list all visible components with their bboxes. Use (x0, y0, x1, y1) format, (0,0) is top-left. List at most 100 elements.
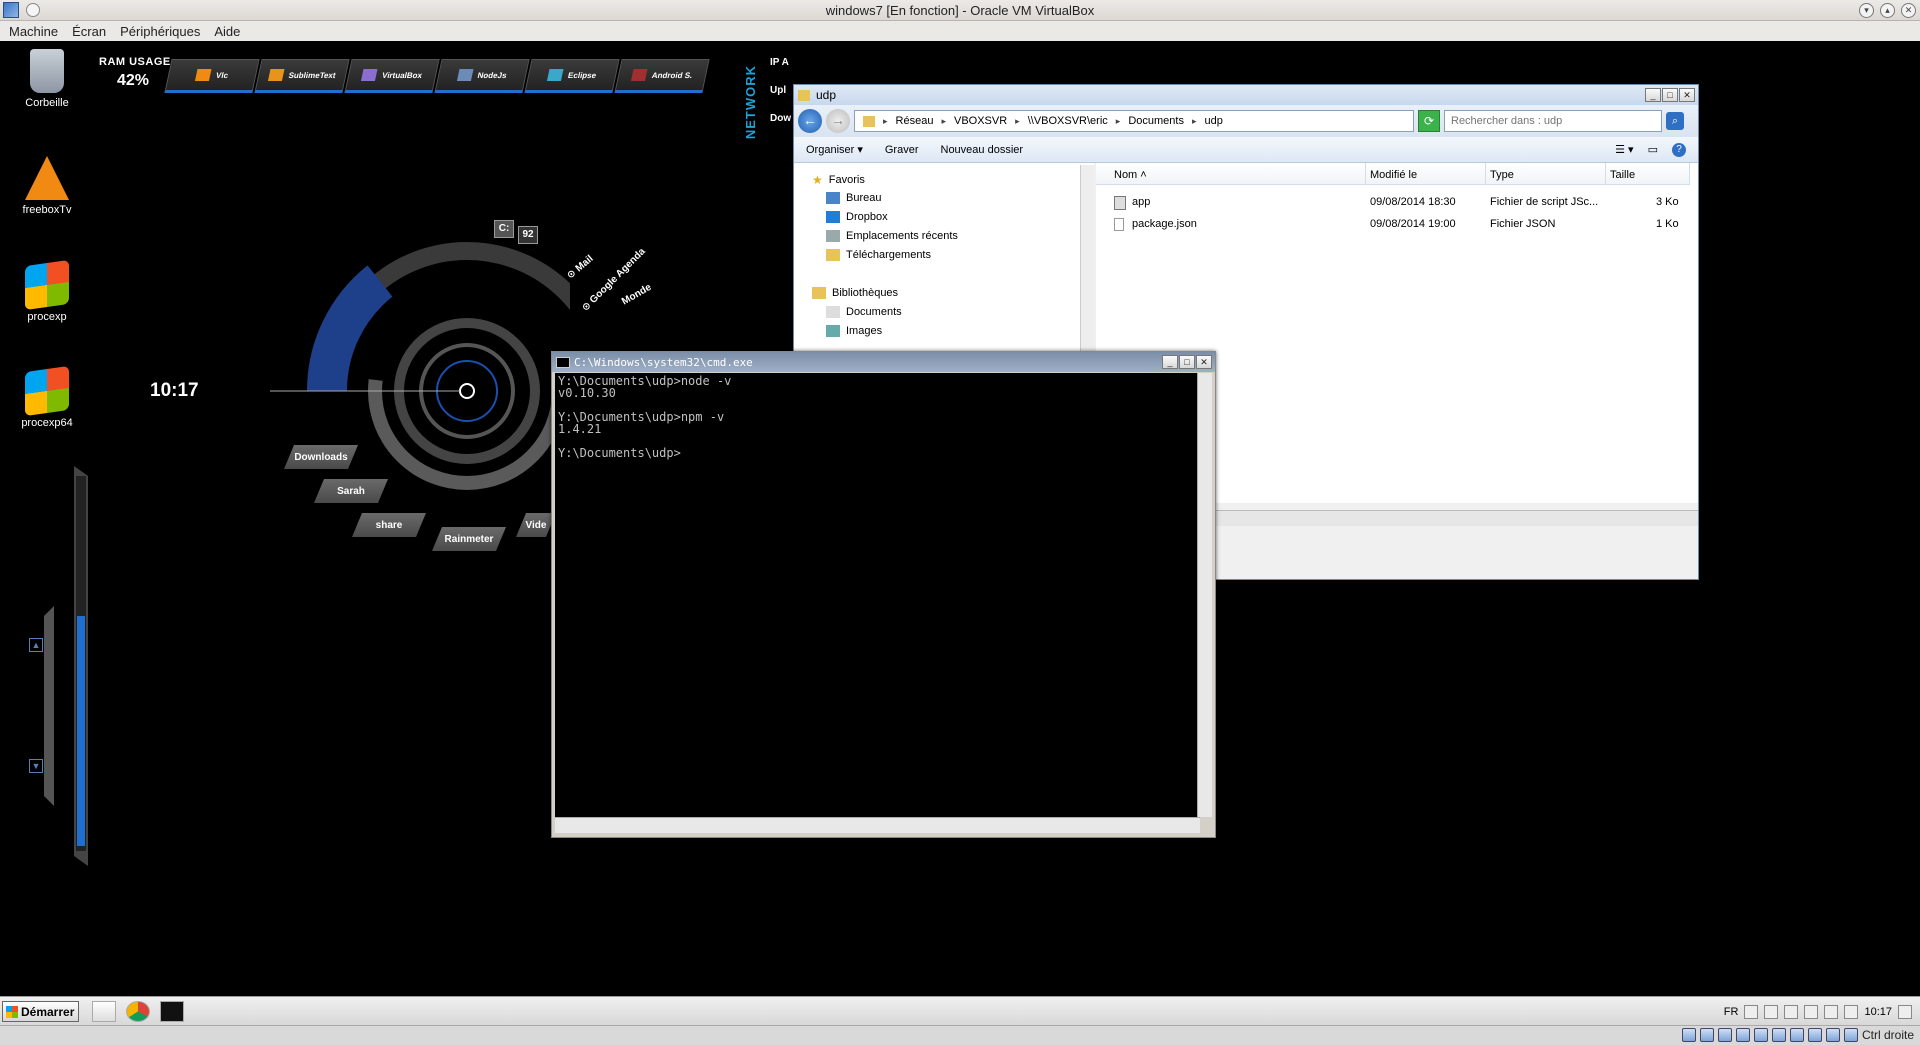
breadcrumb-vboxsvr[interactable]: VBOXSVR (954, 115, 1007, 127)
optical-drive-icon[interactable] (1699, 1028, 1714, 1042)
console-vertical-scrollbar[interactable] (1197, 373, 1212, 817)
desktop-icon-procexp[interactable]: procexp (7, 259, 87, 323)
graver-button[interactable]: Graver (885, 144, 919, 156)
column-header-type[interactable]: Type (1486, 163, 1606, 185)
network-ip-label: IP A (770, 57, 789, 68)
show-desktop-icon[interactable] (1898, 1004, 1912, 1019)
table-row[interactable]: package.json 09/08/2014 19:00 Fichier JS… (1096, 215, 1698, 235)
menu-ecran[interactable]: Écran (67, 24, 111, 39)
launcher-virtualbox[interactable]: VirtualBox (344, 59, 440, 93)
shortcut-downloads[interactable]: Downloads (284, 445, 358, 469)
close-icon[interactable]: ✕ (1196, 355, 1212, 369)
volume-level-bar[interactable] (22, 466, 92, 866)
search-icon[interactable]: ⌕ (1666, 112, 1684, 130)
organiser-button[interactable]: Organiser ▾ (806, 143, 863, 156)
minimize-icon[interactable]: _ (1645, 88, 1661, 102)
volume-down-icon[interactable]: ▼ (29, 759, 43, 773)
taskbar-explorer-icon[interactable] (92, 1001, 116, 1022)
column-header-modifie[interactable]: Modifié le (1366, 163, 1486, 185)
nav-emplacements-recents[interactable]: Emplacements récents (826, 230, 958, 242)
forward-button[interactable]: → (826, 109, 850, 133)
shared-folders-icon[interactable] (1735, 1028, 1750, 1042)
volume-icon[interactable] (1844, 1004, 1859, 1019)
back-button[interactable]: ← (798, 109, 822, 133)
maximize-icon[interactable]: ▴ (1880, 3, 1895, 18)
display-icon[interactable] (1804, 1004, 1819, 1019)
taskbar-clock[interactable]: 10:17 (1864, 1006, 1892, 1018)
maximize-icon[interactable]: □ (1179, 355, 1195, 369)
launcher-vlc[interactable]: Vlc (164, 59, 260, 93)
shortcut-videos[interactable]: Vide (516, 513, 556, 537)
virtualization-icon[interactable] (1807, 1028, 1822, 1042)
shortcut-share[interactable]: share (352, 513, 426, 537)
mouse-integration-icon[interactable] (1825, 1028, 1840, 1042)
explorer-title-bar[interactable]: udp (794, 85, 1698, 105)
preview-pane-icon[interactable]: ▭ (1648, 143, 1658, 157)
nav-favoris[interactable]: ★ Favoris (812, 173, 865, 187)
volume-up-icon[interactable]: ▲ (29, 638, 43, 652)
cmd-title: C:\Windows\system32\cmd.exe (574, 355, 753, 369)
video-capture-icon[interactable] (1789, 1028, 1804, 1042)
launcher-sublimetext[interactable]: SublimeText (254, 59, 350, 93)
cmd-title-bar[interactable]: C:\Windows\system32\cmd.exe (552, 352, 1215, 372)
network-widget-label: NETWORK (743, 65, 758, 140)
shortcut-rainmeter[interactable]: Rainmeter (432, 527, 506, 551)
flag-icon[interactable] (1764, 1004, 1779, 1019)
taskbar-chrome-icon[interactable] (126, 1001, 150, 1022)
language-indicator[interactable]: FR (1724, 1006, 1739, 1018)
menu-machine[interactable]: Machine (4, 24, 63, 39)
usb-icon[interactable] (1717, 1028, 1732, 1042)
console-horizontal-scrollbar[interactable] (555, 817, 1200, 833)
drive-usage-value: 92 (518, 226, 538, 244)
breadcrumb-reseau[interactable]: Réseau (896, 115, 934, 127)
nav-dropbox[interactable]: Dropbox (826, 211, 888, 223)
file-modified: 09/08/2014 19:00 (1370, 218, 1456, 230)
nouveau-dossier-button[interactable]: Nouveau dossier (941, 144, 1024, 156)
start-button[interactable]: Démarrer (2, 1001, 79, 1022)
breadcrumb-documents[interactable]: Documents (1128, 115, 1184, 127)
window-menu-button[interactable] (26, 3, 40, 17)
menu-peripheriques[interactable]: Périphériques (115, 24, 205, 39)
breadcrumb[interactable]: ▸ Réseau ▸ VBOXSVR ▸ \\VBOXSVR\eric ▸ Docume… (854, 110, 1414, 132)
safely-remove-icon[interactable] (1824, 1004, 1839, 1019)
column-header-nom[interactable]: Nom ˄ (1096, 163, 1366, 185)
desktop-icon-freeboxtv[interactable]: freeboxTv (7, 156, 87, 216)
help-icon[interactable]: ? (1672, 142, 1686, 157)
close-icon[interactable]: ✕ (1901, 3, 1916, 18)
tray-expand-icon[interactable] (1744, 1004, 1759, 1019)
radial-link-monde[interactable]: Monde (620, 282, 653, 308)
desktop-icon-corbeille[interactable]: Corbeille (7, 49, 87, 109)
nodejs-icon (456, 69, 474, 81)
desktop-icon-procexp64[interactable]: procexp64 (7, 365, 87, 429)
maximize-icon[interactable]: □ (1662, 88, 1678, 102)
refresh-button[interactable]: ⟳ (1418, 110, 1440, 132)
close-icon[interactable]: ✕ (1679, 88, 1695, 102)
view-options-icon[interactable]: ☰ ▾ (1615, 143, 1633, 157)
nav-bibliotheques[interactable]: Bibliothèques (812, 287, 898, 299)
launcher-android-studio[interactable]: Android S. (614, 59, 710, 93)
virtualbox-app-icon[interactable] (3, 2, 19, 18)
keyboard-capture-icon[interactable] (1843, 1028, 1858, 1042)
table-row[interactable]: app 09/08/2014 18:30 Fichier de script J… (1096, 193, 1698, 213)
nav-documents[interactable]: Documents (826, 306, 902, 318)
explorer-command-bar: Organiser ▾ Graver Nouveau dossier ☰ ▾ ▭… (794, 137, 1698, 163)
network-icon[interactable] (1784, 1004, 1799, 1019)
launcher-eclipse[interactable]: Eclipse (524, 59, 620, 93)
console-output[interactable]: Y:\Documents\udp>node -v v0.10.30 Y:\Doc… (555, 373, 1200, 817)
network-adapter-icon[interactable] (1753, 1028, 1768, 1042)
menu-aide[interactable]: Aide (209, 24, 245, 39)
taskbar-cmd-icon[interactable] (160, 1001, 184, 1022)
shortcut-sarah[interactable]: Sarah (314, 479, 388, 503)
nav-images[interactable]: Images (826, 325, 882, 337)
launcher-nodejs[interactable]: NodeJs (434, 59, 530, 93)
minimize-icon[interactable]: _ (1162, 355, 1178, 369)
hard-disk-icon[interactable] (1681, 1028, 1696, 1042)
display-icon[interactable] (1771, 1028, 1786, 1042)
nav-telechargements[interactable]: Téléchargements (826, 249, 931, 261)
breadcrumb-eric[interactable]: \\VBOXSVR\eric (1028, 115, 1108, 127)
breadcrumb-udp[interactable]: udp (1204, 115, 1222, 127)
column-header-taille[interactable]: Taille (1606, 163, 1690, 185)
minimize-icon[interactable]: ▾ (1859, 3, 1874, 18)
nav-bureau[interactable]: Bureau (826, 192, 881, 204)
search-input[interactable] (1444, 110, 1662, 132)
